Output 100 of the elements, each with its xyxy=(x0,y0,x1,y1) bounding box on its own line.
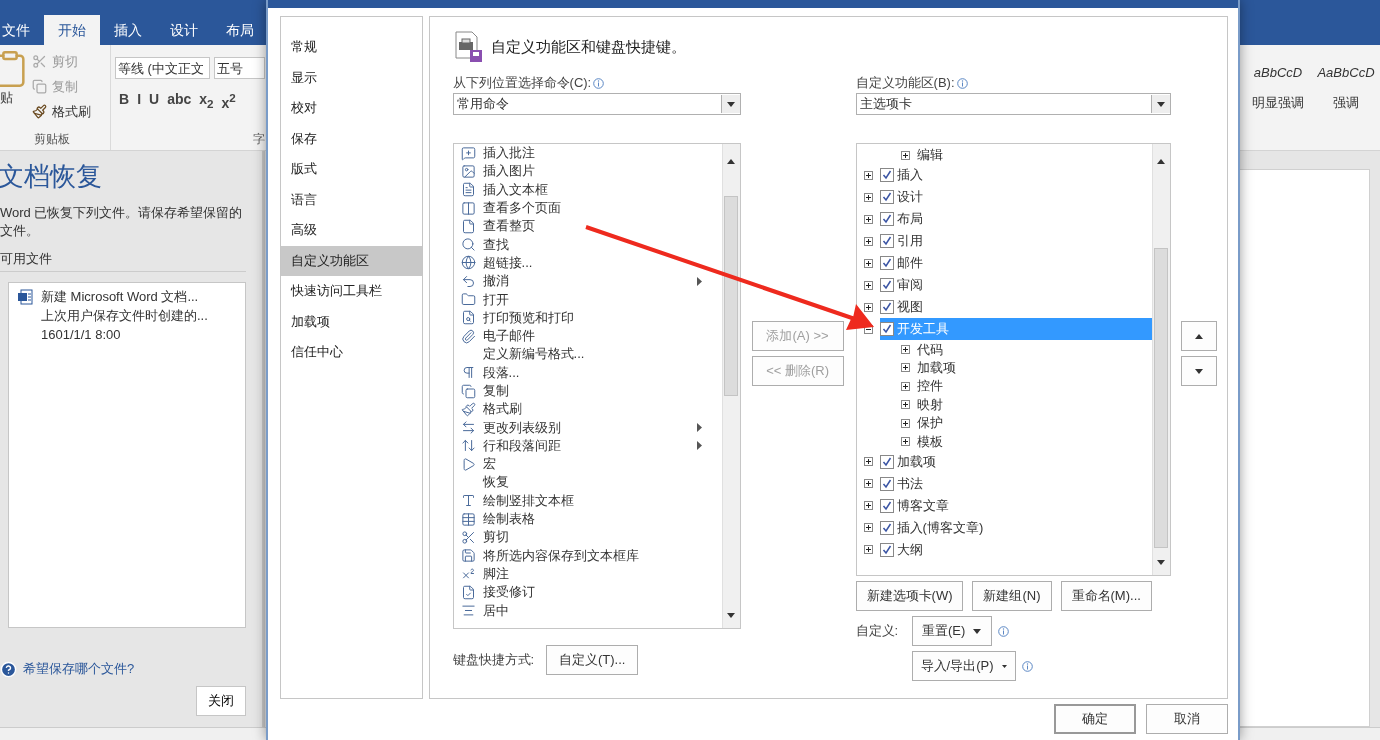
ribbon-tab[interactable]: 布局 xyxy=(212,15,268,45)
command-item[interactable]: 定义新编号格式... xyxy=(453,345,722,364)
command-item[interactable]: 查看多个页面 xyxy=(453,198,722,218)
expander-icon[interactable] xyxy=(900,381,910,391)
dropdown[interactable]: 常用命令 xyxy=(452,93,741,115)
expander-icon[interactable] xyxy=(863,280,873,290)
style-tile[interactable]: aBbCcD 明显强调 xyxy=(1244,45,1312,150)
tree-action-button[interactable]: 新建选项卡(W) xyxy=(855,581,964,611)
paste-label[interactable]: 贴 xyxy=(0,89,13,107)
nav-item[interactable]: 快速访问工具栏 xyxy=(281,276,422,307)
checkbox[interactable] xyxy=(879,454,894,469)
checkbox[interactable] xyxy=(879,542,894,557)
nav-item[interactable]: 版式 xyxy=(281,154,422,185)
checkbox[interactable] xyxy=(879,476,894,491)
command-item[interactable]: 撤消 xyxy=(453,272,722,291)
command-item[interactable]: 将所选内容保存到文本框库 xyxy=(453,546,722,565)
ribbon-tab[interactable]: 插入 xyxy=(100,15,156,45)
tree-item[interactable]: 大纲 xyxy=(879,538,1152,561)
command-item[interactable]: 脚注 xyxy=(453,564,722,584)
strikethrough-button[interactable]: abc xyxy=(167,91,192,111)
command-item[interactable]: 电子邮件 xyxy=(453,326,722,346)
scrollbar[interactable] xyxy=(1151,144,1170,575)
tree-item[interactable]: 加载项 xyxy=(916,358,1152,378)
expander-icon[interactable] xyxy=(863,457,873,467)
underline-button[interactable]: U xyxy=(149,91,160,111)
nav-item[interactable]: 语言 xyxy=(281,184,422,215)
tree-action-button[interactable]: 新建组(N) xyxy=(972,581,1052,611)
checkbox[interactable] xyxy=(879,256,894,271)
command-item[interactable]: 复制 xyxy=(453,381,722,401)
tree-item[interactable]: 书法 xyxy=(879,472,1152,495)
command-item[interactable]: 插入文本框 xyxy=(453,180,722,199)
superscript-button[interactable]: x$^{2}$ xyxy=(221,91,236,111)
nav-item[interactable]: 显示 xyxy=(281,62,422,93)
tree-item[interactable]: 审阅 xyxy=(879,274,1152,297)
checkbox[interactable] xyxy=(879,234,894,249)
dropdown[interactable]: 主选项卡 xyxy=(855,93,1171,115)
command-item[interactable]: 打印预览和打印 xyxy=(453,308,722,327)
expander-icon[interactable] xyxy=(863,236,873,246)
command-item[interactable]: 居中 xyxy=(453,601,722,620)
command-item[interactable]: 插入批注 xyxy=(453,144,722,163)
nav-item[interactable]: 校对 xyxy=(281,93,422,124)
cancel-button[interactable]: 取消 xyxy=(1146,704,1228,734)
scrollbar[interactable] xyxy=(721,144,740,628)
tree-item[interactable]: 代码 xyxy=(916,340,1152,359)
command-item[interactable]: 更改列表级别 xyxy=(453,418,722,437)
expander-icon[interactable] xyxy=(863,501,873,511)
ribbon-tab[interactable]: 文件 xyxy=(0,15,44,45)
expander-icon[interactable] xyxy=(900,400,910,410)
command-item[interactable]: 插入图片 xyxy=(453,162,722,181)
tree-item[interactable]: 插入 xyxy=(879,164,1152,187)
expander-icon[interactable] xyxy=(900,437,910,447)
checkbox[interactable] xyxy=(879,212,894,227)
tree-action-button[interactable]: 重命名(M)... xyxy=(1060,581,1152,611)
checkbox[interactable] xyxy=(879,168,894,183)
expander-icon[interactable] xyxy=(863,170,873,180)
nav-item[interactable]: 保存 xyxy=(281,123,422,154)
expander-icon[interactable] xyxy=(900,345,910,355)
ok-button[interactable]: 确定 xyxy=(1054,704,1136,734)
font-size-field[interactable]: 五号 xyxy=(214,57,265,79)
command-item[interactable]: 查找 xyxy=(453,235,722,254)
command-item[interactable]: 行和段落间距 xyxy=(453,436,722,456)
tree-item[interactable]: 设计 xyxy=(879,186,1152,209)
expander-icon[interactable] xyxy=(863,192,873,202)
tree-item[interactable]: 控件 xyxy=(916,377,1152,396)
nav-item[interactable]: 常规 xyxy=(281,32,422,63)
command-item[interactable]: 打开 xyxy=(453,290,722,309)
checkbox[interactable] xyxy=(879,300,894,315)
tree-item[interactable]: 博客文章 xyxy=(879,494,1152,517)
tree-item[interactable]: 保护 xyxy=(916,413,1152,433)
command-item[interactable]: 宏 xyxy=(453,455,722,474)
expander-icon[interactable] xyxy=(863,479,873,489)
help-link[interactable]: 希望保存哪个文件? xyxy=(0,660,262,678)
tree-item[interactable]: 编辑 xyxy=(916,146,1152,165)
checkbox[interactable] xyxy=(879,520,894,535)
command-item[interactable]: 查看整页 xyxy=(453,217,722,236)
tree-item[interactable]: 布局 xyxy=(879,208,1152,231)
subscript-button[interactable]: x$_{2}$ xyxy=(199,91,214,111)
command-item[interactable]: 段落... xyxy=(453,363,722,382)
nav-item[interactable]: 高级 xyxy=(281,215,422,246)
close-button[interactable]: 关闭 xyxy=(196,686,246,716)
tree-item[interactable]: 邮件 xyxy=(879,252,1152,275)
expander-icon[interactable] xyxy=(900,418,910,428)
command-item[interactable]: 接受修订 xyxy=(453,583,722,602)
bold-button[interactable]: B xyxy=(119,91,130,111)
tree-item[interactable]: 引用 xyxy=(879,230,1152,253)
expander-icon[interactable] xyxy=(900,150,910,160)
command-item[interactable]: 超链接... xyxy=(453,253,722,273)
command-item[interactable]: 剪切 xyxy=(453,528,722,547)
nav-item[interactable]: 信任中心 xyxy=(281,337,422,368)
clipboard-button[interactable]: 格式刷 xyxy=(32,101,91,122)
checkbox[interactable] xyxy=(879,322,894,337)
checkbox[interactable] xyxy=(879,190,894,205)
font-name-field[interactable]: 等线 (中文正文 xyxy=(115,57,211,79)
expander-icon[interactable] xyxy=(863,545,873,555)
tree-item[interactable]: 加载项 xyxy=(879,450,1152,473)
customize-shortcuts-button[interactable]: 自定义(T)... xyxy=(546,645,639,675)
expander-icon[interactable] xyxy=(863,523,873,533)
checkbox[interactable] xyxy=(879,278,894,293)
command-item[interactable]: 恢复 xyxy=(453,473,722,492)
tree-item[interactable]: 模板 xyxy=(916,432,1152,451)
